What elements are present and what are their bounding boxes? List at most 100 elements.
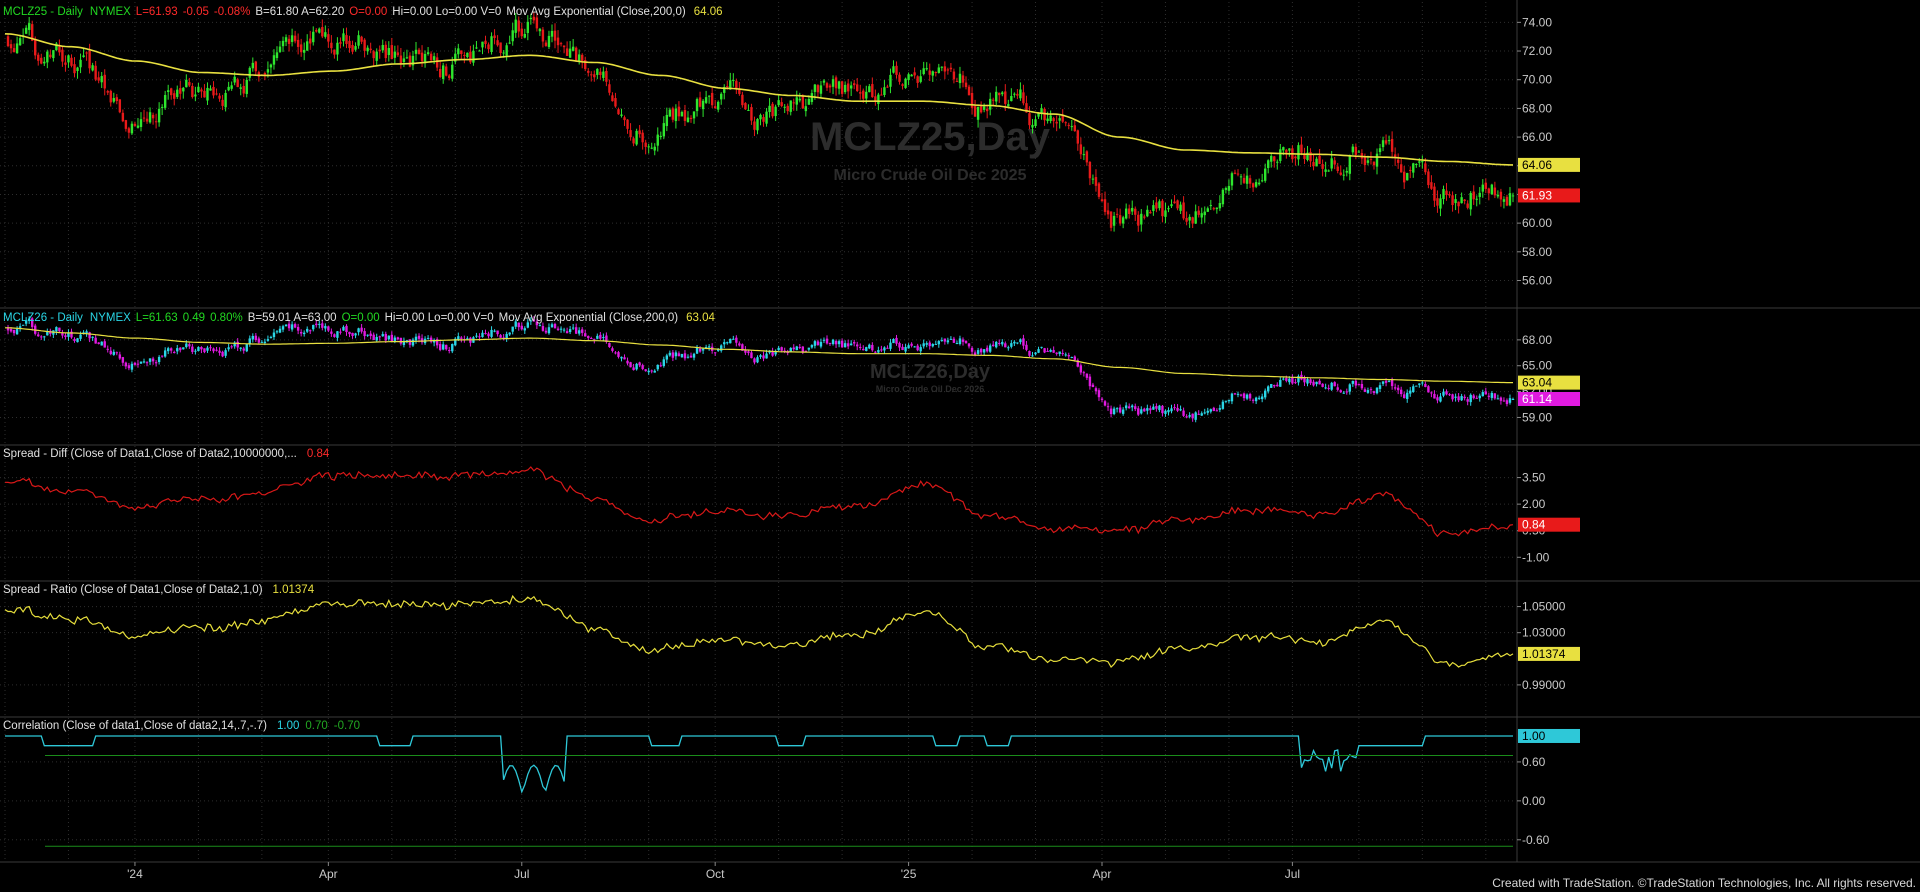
mclz26-candle [707, 346, 711, 348]
mclz25-candle [381, 44, 384, 51]
mclz25-candle [753, 121, 756, 130]
mclz25-candle [49, 54, 52, 58]
mclz26-candle [946, 340, 950, 343]
mclz25-candle [248, 67, 251, 78]
mclz25-candle [242, 85, 245, 94]
mclz25-candle [200, 89, 203, 92]
mclz26-candle [160, 355, 164, 357]
mclz26-candle [735, 337, 738, 343]
mclz26-candle [1403, 394, 1406, 399]
mclz25-candle [1185, 217, 1188, 222]
mclz26-candle [840, 340, 844, 348]
mclz26-candle [976, 350, 980, 354]
mclz25-candle [1043, 108, 1046, 121]
mclz25-candle [263, 73, 267, 75]
mclz25-candle [819, 85, 823, 94]
mclz25-candle [254, 61, 258, 72]
mclz26-candle [381, 334, 384, 337]
mclz25-candle [1375, 153, 1379, 167]
mclz25-candle [1188, 216, 1191, 221]
mclz25-candle [1478, 192, 1481, 197]
mclz26-candle [296, 326, 300, 331]
mclz25-candle [1285, 149, 1288, 153]
mclz26-candle [1248, 394, 1252, 399]
mclz25-candle [1067, 124, 1070, 126]
mclz25-candle [877, 94, 880, 104]
mclz26-candle [943, 338, 947, 342]
mclz26-candle [154, 362, 158, 364]
mclz25-candle [692, 111, 696, 119]
mclz25-candle [1282, 147, 1285, 151]
mclz26-candle [9, 328, 13, 332]
mclz26-candle [245, 344, 248, 352]
mclz25-candle [1194, 211, 1197, 224]
mclz26-candle [674, 352, 678, 357]
mclz26-candle [369, 333, 372, 337]
mclz25-candle [351, 44, 354, 52]
mclz25-candle [448, 75, 451, 79]
mclz26-candle [263, 341, 267, 344]
mclz25-candle [272, 55, 276, 65]
mclz25-candle [1046, 118, 1049, 122]
mclz25-candle [611, 95, 614, 102]
mclz25-candle [130, 123, 134, 134]
mclz25-candle [1288, 148, 1291, 151]
mclz25-candle [1321, 164, 1324, 169]
mclz26-candle [913, 346, 916, 348]
mclz25-candle [843, 84, 847, 93]
mclz26-candle [798, 346, 801, 348]
mclz25-candle [15, 43, 19, 54]
mclz25-candle [949, 67, 953, 70]
mclz25-candle [898, 74, 901, 82]
mclz25-candle [1333, 160, 1336, 165]
mclz26-candle [1215, 410, 1219, 412]
mclz26-candle [499, 335, 502, 338]
mclz26-candle [55, 327, 58, 332]
mclz25-candle [593, 74, 596, 78]
mclz25-candle [526, 21, 530, 33]
mclz26-candle [1197, 413, 1200, 415]
mclz25-candle [1327, 170, 1330, 172]
mclz26-candle [37, 334, 40, 337]
mclz25-candle [505, 45, 508, 56]
mclz25-candle [798, 98, 801, 101]
mclz25-candle [1472, 191, 1475, 200]
mclz26-candle [451, 343, 454, 352]
mclz25-candle [469, 51, 472, 63]
mclz26-candle [626, 360, 629, 364]
corr-price-badge-label: 1.00 [1522, 729, 1546, 743]
mclz25-candle [103, 74, 106, 89]
mclz26-candle [1137, 408, 1140, 415]
price-tick-label: 56.00 [1522, 273, 1552, 287]
mclz25-candle [910, 74, 913, 77]
mclz25-candle [1415, 163, 1418, 165]
mclz26-candle [732, 338, 735, 340]
mclz25-candle [1499, 191, 1503, 200]
mclz26-candle [982, 349, 986, 353]
mclz26-study-value: 63.04 [686, 312, 715, 324]
mclz25-candle [837, 81, 841, 89]
mclz25-candle [145, 118, 149, 122]
mclz25-candle [756, 118, 759, 131]
mclz26-candle [1134, 406, 1137, 410]
mclz26-candle [653, 370, 656, 373]
mclz25-open: O=0.00 [349, 6, 387, 18]
mclz26-candle [979, 348, 983, 353]
mclz25-candle [662, 123, 666, 137]
mclz26-candle [898, 343, 901, 348]
mclz25-candle [698, 97, 702, 107]
mclz25-candle [269, 64, 273, 68]
mclz25-candle [1049, 115, 1052, 121]
mclz26-candle [665, 355, 669, 360]
mclz25-candle [677, 106, 681, 117]
mclz26-candle [1112, 408, 1116, 415]
mclz25-candle [429, 53, 433, 61]
mclz26-candle [366, 334, 369, 336]
mclz26-candle [1393, 387, 1397, 389]
mclz26-candle [1094, 388, 1098, 392]
mclz25-candle [1097, 183, 1101, 197]
mclz25-candle [713, 106, 717, 109]
mclz25-candle [1279, 149, 1282, 161]
mclz26-candle [1118, 407, 1122, 413]
mclz26-pct: 0.80% [210, 312, 243, 324]
